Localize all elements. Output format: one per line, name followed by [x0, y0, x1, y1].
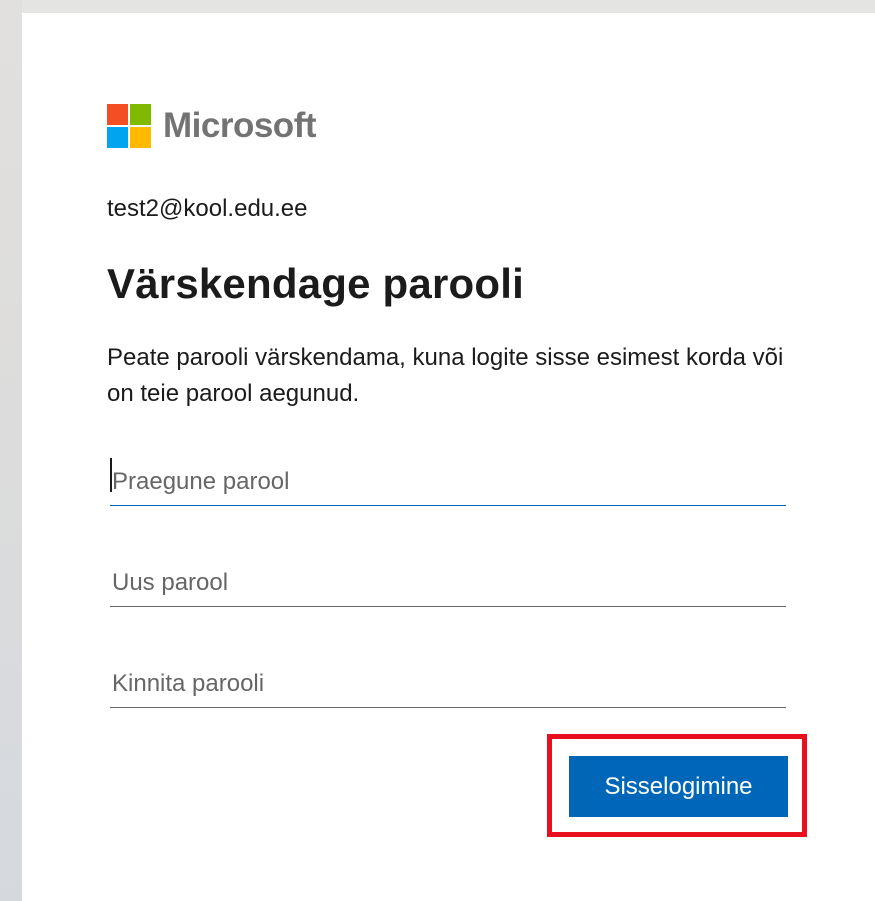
signin-button[interactable]: Sisselogimine: [569, 756, 788, 817]
microsoft-logo: Microsoft: [107, 104, 317, 148]
microsoft-logo-icon: [107, 104, 151, 148]
logo-square-red: [107, 104, 128, 125]
logo-square-yellow: [130, 127, 151, 148]
text-caret: [110, 458, 112, 492]
logo-square-green: [130, 104, 151, 125]
logo-square-blue: [107, 127, 128, 148]
page: Microsoft test2@kool.edu.ee Värskendage …: [0, 0, 875, 901]
current-password-input[interactable]: [110, 458, 786, 506]
page-title: Värskendage parooli: [107, 260, 524, 307]
page-description: Peate parooli värskendama, kuna logite s…: [107, 344, 784, 407]
account-email: test2@kool.edu.ee: [107, 195, 308, 222]
window-top-edge: [0, 0, 875, 13]
confirm-password-input[interactable]: [110, 660, 786, 708]
logo-wordmark: Microsoft: [163, 106, 317, 145]
new-password-input[interactable]: [110, 559, 786, 607]
window-left-edge: [0, 0, 22, 901]
